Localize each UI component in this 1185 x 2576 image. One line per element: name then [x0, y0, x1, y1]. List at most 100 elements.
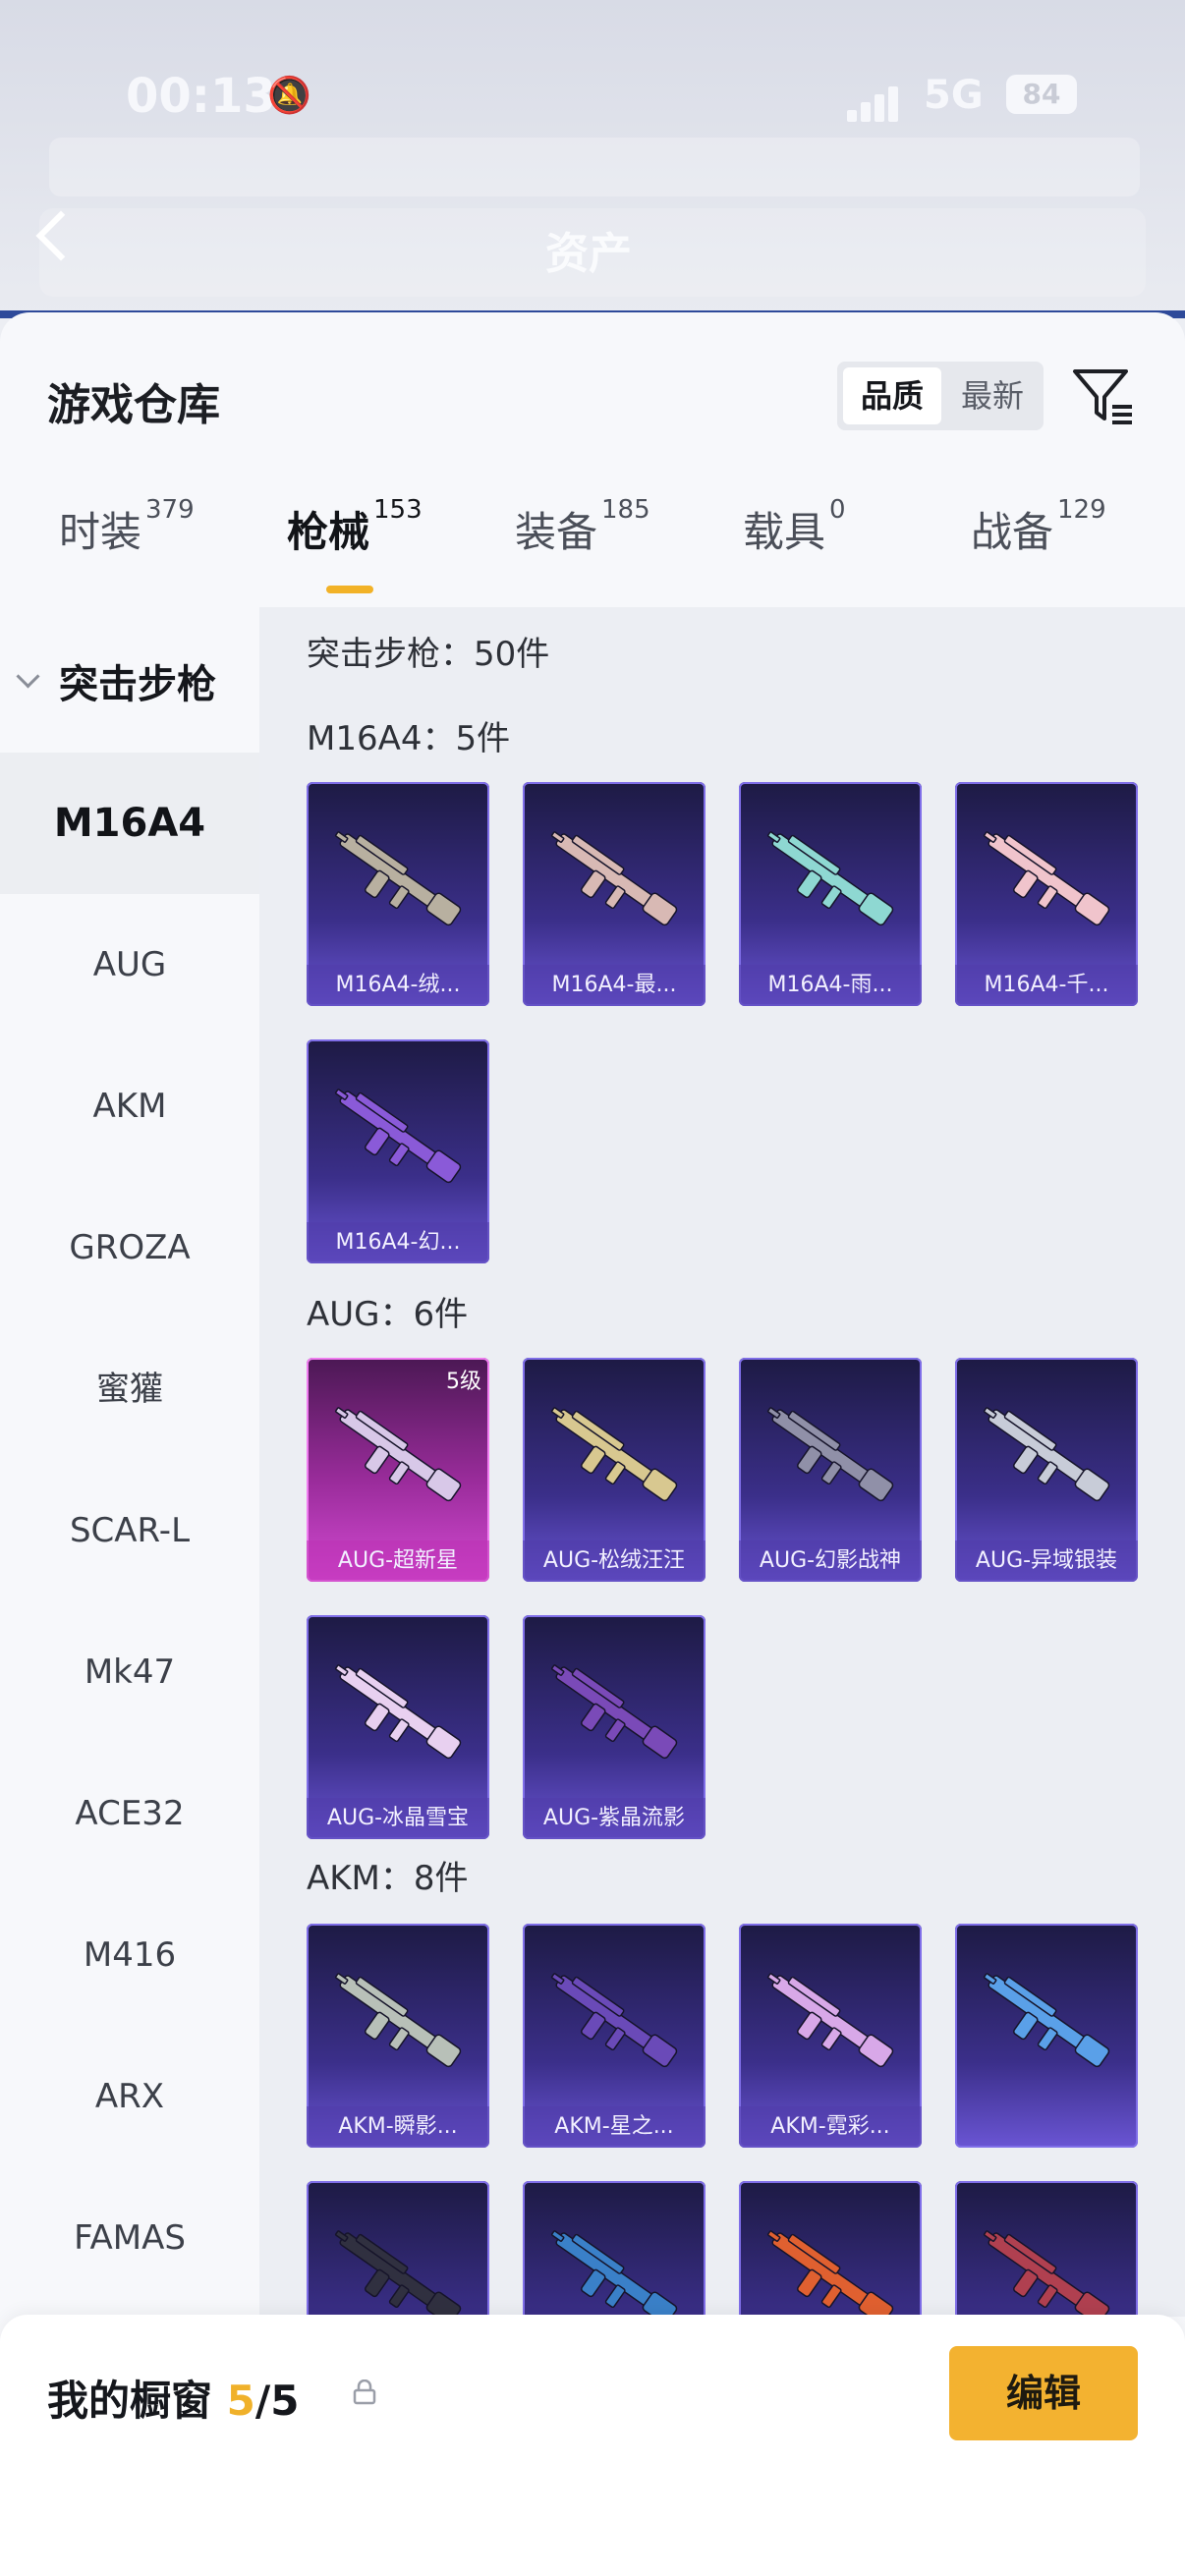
skin-card[interactable] [523, 2181, 705, 2317]
tab-gear[interactable]: 战备 129 [971, 495, 1106, 607]
tab-count: 185 [601, 495, 650, 525]
skin-card-label: AKM-星之... [523, 2106, 705, 2148]
lock-icon [353, 2380, 376, 2405]
showcase-label: 我的橱窗 [47, 2377, 213, 2425]
skin-card[interactable]: AUG-幻影战神 [739, 1358, 922, 1582]
skin-card-label: M16A4-绒... [307, 965, 489, 1006]
signal-icon [847, 83, 906, 122]
weapon-sidebar: 突击步枪 M16A4 AUG AKM GROZA 蜜獾 SCAR-L Mk47 … [0, 607, 259, 2576]
skin-card[interactable]: M16A4-绒... [307, 782, 489, 1006]
showcase-separator: / [254, 2377, 271, 2425]
sort-newest-option[interactable]: 最新 [943, 367, 1042, 424]
tab-count: 0 [829, 495, 846, 525]
showcase-title: 我的橱窗 5/5 [47, 2368, 299, 2428]
sidebar-item-famas[interactable]: FAMAS [0, 2167, 259, 2309]
sidebar-item-m416[interactable]: M416 [0, 1884, 259, 2026]
rifle-icon [983, 831, 1110, 926]
tab-guns[interactable]: 枪械 153 [287, 495, 423, 607]
skin-card[interactable]: AUG-松绒汪汪 [523, 1358, 705, 1582]
battery-icon: 84 [1006, 75, 1077, 114]
background-page: 00:13 🔕 5G 84 资产 [0, 0, 1185, 318]
rifle-icon [766, 2230, 894, 2317]
skin-card[interactable]: AUG-冰晶雪宝 [307, 1615, 489, 1839]
skin-card-label: M16A4-最... [523, 965, 705, 1006]
sheet-title: 游戏仓库 [47, 380, 220, 430]
skin-card[interactable]: AKM-瞬影... [307, 1924, 489, 2148]
tab-equipment[interactable]: 装备 185 [515, 495, 650, 607]
network-type: 5G [924, 73, 984, 118]
rifle-icon [334, 1973, 462, 2068]
skin-card[interactable]: M16A4-最... [523, 782, 705, 1006]
edit-button[interactable]: 编辑 [949, 2346, 1138, 2440]
skin-card-label: AKM-霓彩... [739, 2106, 922, 2148]
rifle-icon [550, 1407, 678, 1502]
tab-label: 载具 [743, 508, 826, 556]
sidebar-group-assault-rifles[interactable]: 突击步枪 [0, 607, 259, 753]
rifle-icon [550, 1664, 678, 1760]
mute-bell-icon: 🔕 [267, 76, 311, 116]
skin-card[interactable] [739, 2181, 922, 2317]
group-heading-akm: AKM：8件 [307, 1859, 469, 1898]
sidebar-item-honey-badger[interactable]: 蜜獾 [0, 1318, 259, 1460]
status-time: 00:13 [126, 69, 276, 124]
tab-label: 装备 [515, 508, 598, 556]
filter-icon[interactable] [1069, 362, 1138, 430]
rifle-icon [550, 2230, 678, 2317]
skin-card-label: M16A4-幻... [307, 1222, 489, 1263]
sort-toggle: 品质 最新 [837, 362, 1044, 430]
sidebar-item-mk47[interactable]: Mk47 [0, 1601, 259, 1743]
rifle-icon [550, 831, 678, 926]
sidebar-item-ace32[interactable]: ACE32 [0, 1743, 259, 1884]
showcase-used-count: 5 [226, 2377, 255, 2425]
skin-card[interactable] [955, 1924, 1138, 2148]
warehouse-sheet: 游戏仓库 品质 最新 时装 379 枪械 153 装备 185 载具 0 战备 129 突 [0, 312, 1185, 2576]
tab-count: 153 [373, 495, 423, 525]
skin-card-label: AKM-瞬影... [307, 2106, 489, 2148]
tab-count: 379 [145, 495, 195, 525]
sidebar-group-label: 突击步枪 [59, 662, 216, 707]
tab-vehicles[interactable]: 载具 0 [743, 495, 846, 607]
skin-card[interactable]: AUG-异域银装 [955, 1358, 1138, 1582]
status-bar: 00:13 🔕 5G 84 [0, 49, 1185, 147]
tab-fashion[interactable]: 时装 379 [59, 495, 195, 607]
skin-card[interactable]: 5级 AUG-超新星 [307, 1358, 489, 1582]
skin-card[interactable] [955, 2181, 1138, 2317]
sidebar-item-arx[interactable]: ARX [0, 2026, 259, 2167]
skin-card[interactable]: M16A4-幻... [307, 1039, 489, 1263]
category-summary: 突击步枪：50件 [307, 635, 550, 674]
rifle-icon [983, 2230, 1110, 2317]
skin-card-label: AUG-紫晶流影 [523, 1798, 705, 1839]
skin-card[interactable]: AKM-星之... [523, 1924, 705, 2148]
tab-label: 战备 [971, 508, 1054, 556]
sidebar-item-groza[interactable]: GROZA [0, 1177, 259, 1318]
skin-card-label: M16A4-雨... [739, 965, 922, 1006]
category-tabs: 时装 379 枪械 153 装备 185 载具 0 战备 129 [0, 495, 1185, 607]
skin-card[interactable]: AUG-紫晶流影 [523, 1615, 705, 1839]
skin-card[interactable]: M16A4-千... [955, 782, 1138, 1006]
sort-quality-option[interactable]: 品质 [843, 367, 941, 424]
rifle-icon [334, 2230, 462, 2317]
tab-count: 129 [1057, 495, 1106, 525]
skin-card-label: M16A4-千... [955, 965, 1138, 1006]
sidebar-item-aug[interactable]: AUG [0, 894, 259, 1036]
skin-card-label: AUG-异域银装 [955, 1540, 1138, 1582]
rifle-icon [334, 1089, 462, 1184]
rifle-icon [766, 831, 894, 926]
rifle-icon [983, 1407, 1110, 1502]
rifle-icon [334, 831, 462, 926]
showcase-bar: 我的橱窗 5/5 编辑 [0, 2315, 1185, 2576]
sidebar-item-m16a4[interactable]: M16A4 [0, 753, 259, 894]
skin-card[interactable]: AKM-霓彩... [739, 1924, 922, 2148]
tab-label: 枪械 [287, 508, 370, 556]
sidebar-item-akm[interactable]: AKM [0, 1036, 259, 1177]
skin-card[interactable]: M16A4-雨... [739, 782, 922, 1006]
sidebar-item-scar-l[interactable]: SCAR-L [0, 1460, 259, 1601]
rifle-icon [334, 1664, 462, 1760]
rifle-icon [766, 1973, 894, 2068]
group-heading-aug: AUG：6件 [307, 1295, 469, 1334]
skin-card[interactable] [307, 2181, 489, 2317]
showcase-total-count: 5 [270, 2377, 300, 2425]
chevron-down-icon [16, 664, 40, 689]
skin-card-label: AUG-松绒汪汪 [523, 1540, 705, 1582]
rifle-icon [983, 1973, 1110, 2068]
